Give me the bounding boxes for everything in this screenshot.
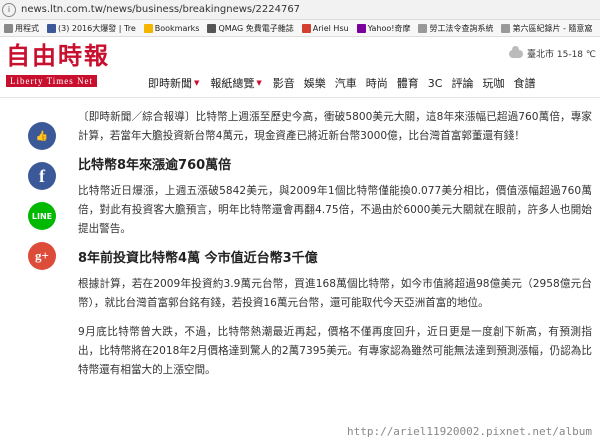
article-paragraph: 比特幣近日爆漲，上週五漲破5842美元，與2009年1個比特幣僅能換0.077美… bbox=[78, 185, 592, 235]
article-paragraph: 〔即時新聞／綜合報導〕比特幣上週漲至歷史今高，衝破5800美元大關，這8年來漲幅… bbox=[78, 111, 592, 142]
nav-breaking-news[interactable]: 即時新聞 ▼ bbox=[148, 75, 199, 91]
article-paragraph: 9月底比特幣曾大跌，不過，比特幣熱潮最近再起，價格不僅再度回升，近日更是一度創下… bbox=[78, 326, 592, 376]
google-plus-icon: g+ bbox=[35, 248, 49, 263]
facebook-icon bbox=[47, 23, 56, 33]
image-watermark: http://ariel11920002.pixnet.net/album bbox=[342, 424, 596, 439]
article-body: 〔即時新聞／綜合報導〕比特幣上週漲至歷史今高，衝破5800美元大關，這8年來漲幅… bbox=[78, 108, 592, 390]
document-icon bbox=[418, 23, 428, 33]
bookmark-bookmarks[interactable]: Bookmarks bbox=[140, 23, 204, 33]
thumbs-up-icon: 👍 bbox=[35, 130, 49, 142]
logo-chinese: 自由時報 bbox=[6, 41, 110, 70]
star-icon bbox=[143, 23, 153, 33]
facebook-share-button[interactable]: f bbox=[28, 162, 56, 190]
cloud-icon bbox=[509, 45, 524, 58]
line-icon: LINE bbox=[31, 211, 53, 221]
bookmark-documentary[interactable]: 第六區紀錄片 - 隨意窩 bbox=[497, 23, 596, 34]
bookmark-yahoo[interactable]: Yahoo!奇摩 bbox=[353, 23, 415, 34]
logo-english: Liberty Times Net bbox=[6, 75, 98, 87]
main-nav: 即時新聞 ▼ 報紙總覽 ▼ 影音 娛樂 汽車 時尚 體育 3C 評論 玩咖 食譜 bbox=[148, 75, 544, 91]
article-subheading: 8年前投資比特幣4萬 今市值近台幣3千億 bbox=[78, 251, 318, 266]
nav-opinion[interactable]: 評論 bbox=[451, 75, 473, 91]
caret-down-icon: ▼ bbox=[256, 79, 262, 87]
caret-down-icon: ▼ bbox=[194, 79, 200, 87]
nav-newspaper[interactable]: 報紙總覽 ▼ bbox=[210, 75, 261, 91]
nav-playfun[interactable]: 玩咖 bbox=[482, 75, 504, 91]
social-share-bar: 👍 f LINE g+ bbox=[28, 122, 56, 282]
site-header: 自由時報 Liberty Times Net 臺北市 15-18 ℃ 即時新聞 ▼… bbox=[0, 37, 600, 98]
facebook-icon: f bbox=[39, 165, 45, 186]
nav-video[interactable]: 影音 bbox=[273, 75, 295, 91]
weather-text: 臺北市 15-18 ℃ bbox=[527, 50, 596, 60]
gmail-icon bbox=[301, 23, 311, 33]
weather-widget[interactable]: 臺北市 15-18 ℃ bbox=[509, 45, 596, 60]
apps-icon bbox=[4, 23, 13, 33]
bookmark-facebook[interactable]: (3) 2016大爆發 | Tre bbox=[43, 23, 140, 34]
nav-recipes[interactable]: 食譜 bbox=[513, 75, 535, 91]
nav-3c[interactable]: 3C bbox=[428, 75, 443, 91]
nav-fashion[interactable]: 時尚 bbox=[366, 75, 388, 91]
bookmark-labor[interactable]: 勞工法令查詢系統 bbox=[414, 23, 497, 34]
address-bar[interactable]: i news.ltn.com.tw/news/business/breaking… bbox=[0, 0, 600, 20]
info-icon[interactable]: i bbox=[2, 2, 16, 17]
article-paragraph: 根據計算，若在2009年投資約3.9萬元台幣，買進168萬個比特幣，如今市值將超… bbox=[78, 278, 592, 309]
url-text[interactable]: news.ltn.com.tw/news/business/breakingne… bbox=[21, 4, 300, 15]
nav-auto[interactable]: 汽車 bbox=[335, 75, 357, 91]
bookmark-apps[interactable]: 用程式 bbox=[0, 23, 43, 34]
bookmarks-bar: 用程式 (3) 2016大爆發 | Tre Bookmarks QMAG 免費電… bbox=[0, 20, 600, 37]
article-subheading: 比特幣8年來漲逾760萬倍 bbox=[78, 158, 232, 173]
qmag-icon bbox=[207, 23, 217, 33]
bookmark-qmag[interactable]: QMAG 免費電子雜誌 bbox=[203, 23, 297, 34]
yahoo-icon bbox=[356, 23, 366, 33]
line-share-button[interactable]: LINE bbox=[28, 202, 56, 230]
nav-sports[interactable]: 體育 bbox=[397, 75, 419, 91]
document-icon bbox=[501, 23, 511, 33]
bookmark-ariel[interactable]: Ariel Hsu bbox=[298, 23, 353, 33]
site-logo[interactable]: 自由時報 Liberty Times Net bbox=[6, 43, 114, 88]
nav-entertainment[interactable]: 娛樂 bbox=[304, 75, 326, 91]
like-button[interactable]: 👍 bbox=[28, 122, 56, 150]
google-plus-share-button[interactable]: g+ bbox=[28, 242, 56, 270]
